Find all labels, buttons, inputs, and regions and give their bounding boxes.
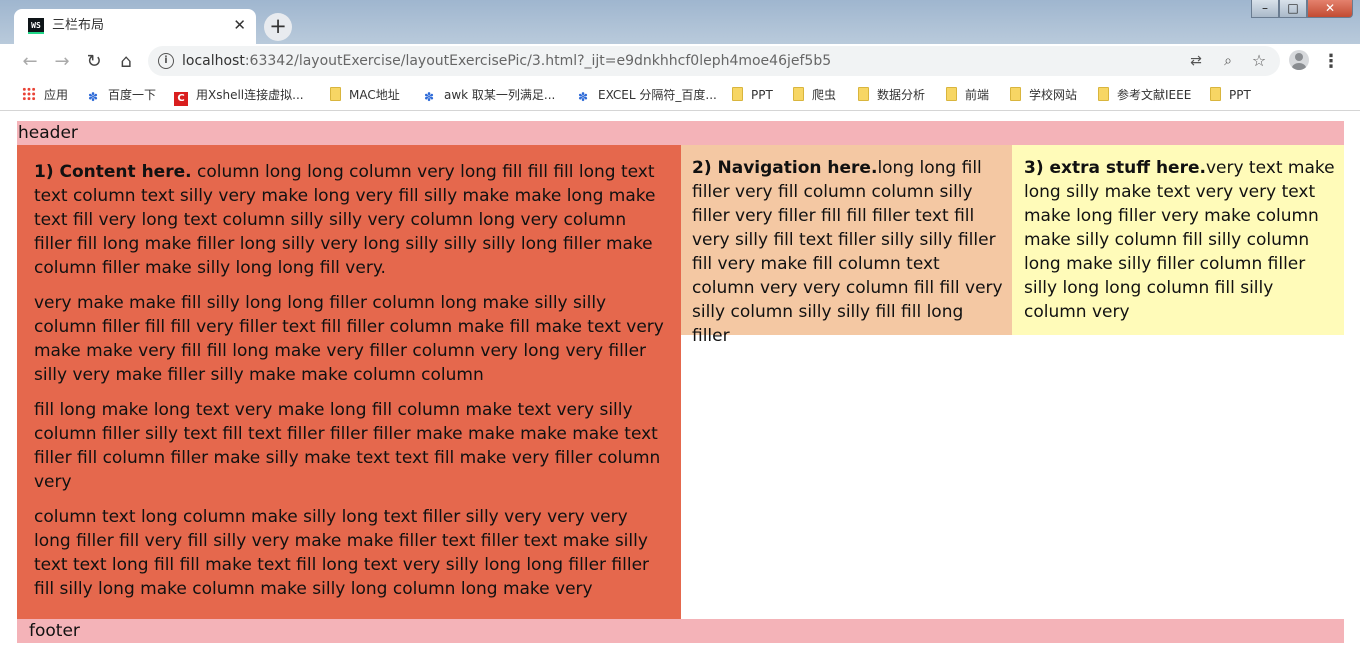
- page-header: header: [17, 121, 1344, 145]
- folder-icon: [1098, 87, 1109, 101]
- folder-icon: [732, 87, 743, 101]
- csdn-icon: C: [174, 92, 188, 106]
- bookmark-label: EXCEL 分隔符_百度...: [598, 88, 717, 102]
- home-icon[interactable]: ⌂: [114, 50, 138, 74]
- bookmarks-bar: 应用 ✽ 百度一下 C 用Xshell连接虚拟... MAC地址 ✽ awk 取某一列…: [0, 80, 1360, 111]
- url-text[interactable]: localhost:63342/layoutExercise/layoutExe…: [182, 52, 831, 70]
- folder-icon: [858, 87, 869, 101]
- browser-toolbar: ← → ↻ ⌂ i localhost:63342/layoutExercise…: [0, 44, 1360, 80]
- bookmark-mac[interactable]: MAC地址: [330, 86, 400, 104]
- bookmark-label: 参考文献IEEE: [1117, 88, 1192, 102]
- bookmark-apps[interactable]: 应用: [22, 86, 68, 104]
- url-host: localhost: [182, 53, 245, 69]
- header-text: header: [18, 123, 78, 143]
- navigation-text: long long fill filler very fill column c…: [692, 158, 1003, 346]
- footer-text: footer: [29, 621, 80, 641]
- folder-icon: [793, 87, 804, 101]
- browser-title-bar: WS 三栏布局 ✕ + – □ ✕: [0, 0, 1360, 44]
- content-paragraph: very make make fill silly long long fill…: [34, 293, 664, 385]
- translate-icon[interactable]: ⇄: [1186, 51, 1206, 71]
- info-icon[interactable]: i: [158, 53, 174, 69]
- reload-icon[interactable]: ↻: [82, 50, 106, 74]
- folder-icon: [946, 87, 957, 101]
- extra-paragraph: 3) extra stuff here.very text make long …: [1024, 156, 1336, 324]
- bookmark-label: 用Xshell连接虚拟...: [196, 88, 304, 102]
- profile-icon[interactable]: [1289, 50, 1309, 70]
- bookmark-ieee[interactable]: 参考文献IEEE: [1098, 86, 1191, 104]
- folder-icon: [1010, 87, 1021, 101]
- extra-column: 3) extra stuff here.very text make long …: [1012, 145, 1344, 335]
- new-tab-icon[interactable]: +: [264, 13, 292, 41]
- folder-icon: [1210, 87, 1221, 101]
- page-footer: footer: [17, 619, 1344, 643]
- bookmark-label: 爬虫: [812, 88, 837, 102]
- navigation-paragraph: 2) Navigation here.long long fill filler…: [692, 156, 1004, 348]
- extra-text: very text make long silly make text very…: [1024, 158, 1335, 322]
- baidu-icon: ✽: [577, 90, 589, 104]
- close-window-button[interactable]: ✕: [1307, 0, 1353, 18]
- page-viewport: header 1) Content here. column long long…: [0, 111, 1360, 663]
- tab-title: 三栏布局: [52, 18, 105, 33]
- bookmark-baidu[interactable]: ✽ 百度一下: [86, 86, 156, 104]
- bookmark-label: 学校网站: [1029, 88, 1078, 102]
- navigation-heading: 2) Navigation here.: [692, 158, 878, 178]
- baidu-icon: ✽: [423, 90, 435, 104]
- bookmark-label: PPT: [751, 88, 773, 102]
- bookmark-label: 前端: [965, 88, 990, 102]
- kebab-menu-icon[interactable]: ⋮: [1322, 50, 1340, 74]
- bookmark-frontend[interactable]: 前端: [946, 86, 989, 104]
- bookmark-awk[interactable]: ✽ awk 取某一列满足...: [422, 86, 555, 104]
- bookmark-xshell[interactable]: C 用Xshell连接虚拟...: [174, 86, 304, 106]
- forward-arrow-icon[interactable]: →: [50, 50, 74, 74]
- star-icon[interactable]: ☆: [1249, 51, 1269, 71]
- bookmark-ppt[interactable]: PPT: [732, 86, 773, 104]
- bookmark-label: 百度一下: [108, 88, 157, 102]
- content-paragraph: 1) Content here. column long long column…: [34, 160, 665, 280]
- close-tab-icon[interactable]: ✕: [233, 15, 246, 35]
- content-column: 1) Content here. column long long column…: [17, 145, 681, 619]
- maximize-window-button[interactable]: □: [1279, 0, 1307, 18]
- bookmark-label: 应用: [44, 88, 69, 102]
- bookmark-label: awk 取某一列满足...: [444, 88, 556, 102]
- bookmark-label: 数据分析: [877, 88, 926, 102]
- bookmark-ppt-2[interactable]: PPT: [1210, 86, 1251, 104]
- minimize-window-button[interactable]: –: [1251, 0, 1279, 18]
- bookmark-excel[interactable]: ✽ EXCEL 分隔符_百度...: [576, 86, 717, 104]
- navigation-column: 2) Navigation here.long long fill filler…: [681, 145, 1012, 346]
- folder-icon: [330, 87, 341, 101]
- bookmark-label: PPT: [1229, 88, 1251, 102]
- bookmark-label: MAC地址: [349, 88, 400, 102]
- bookmark-school[interactable]: 学校网站: [1010, 86, 1077, 104]
- apps-icon: [22, 87, 36, 101]
- extra-heading: 3) extra stuff here.: [1024, 158, 1206, 178]
- content-paragraph: column text long column make silly long …: [34, 507, 650, 599]
- bookmark-crawler[interactable]: 爬虫: [793, 86, 836, 104]
- back-arrow-icon[interactable]: ←: [18, 50, 42, 74]
- baidu-icon: ✽: [87, 90, 99, 104]
- content-paragraph: fill long make long text very make long …: [34, 400, 661, 492]
- browser-tab[interactable]: WS 三栏布局 ✕: [14, 9, 256, 44]
- bookmark-data-analysis[interactable]: 数据分析: [858, 86, 925, 104]
- address-bar[interactable]: i localhost:63342/layoutExercise/layoutE…: [148, 46, 1280, 76]
- webstorm-favicon-icon: WS: [28, 18, 44, 34]
- url-path: :63342/layoutExercise/layoutExercisePic/…: [244, 53, 832, 69]
- content-heading: 1) Content here.: [34, 162, 192, 182]
- zoom-icon[interactable]: ⌕: [1218, 51, 1238, 71]
